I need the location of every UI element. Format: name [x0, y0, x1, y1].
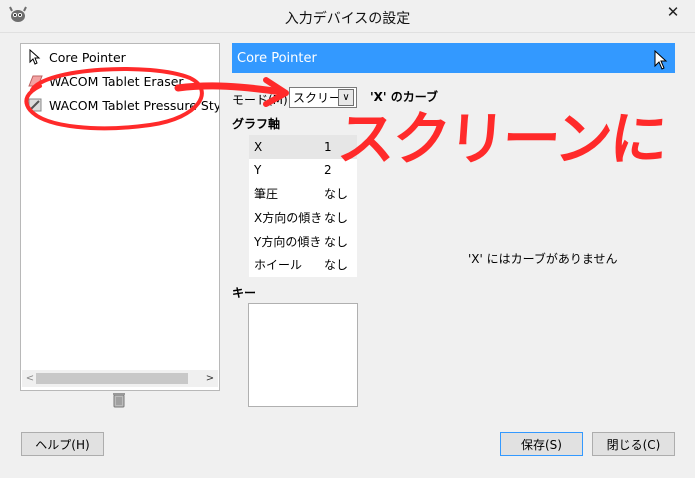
device-label: Core Pointer — [49, 49, 126, 65]
save-button[interactable]: 保存(S) — [500, 432, 583, 456]
axis-value: なし — [324, 187, 349, 202]
horizontal-scrollbar[interactable]: < > — [22, 370, 218, 387]
scrollbar-thumb[interactable] — [36, 373, 188, 384]
help-button[interactable]: ヘルプ(H) — [21, 432, 104, 456]
device-item-core-pointer[interactable]: Core Pointer — [21, 46, 219, 68]
axis-name: 筆圧 — [254, 187, 279, 202]
pointer-icon — [27, 49, 43, 65]
title-bar: 入力デバイスの設定 ✕ — [0, 0, 695, 33]
eraser-icon — [27, 73, 43, 89]
axis-name: X方向の傾き — [254, 211, 323, 226]
no-curve-message: 'X' にはカーブがありません — [468, 252, 618, 266]
stylus-icon — [27, 97, 43, 113]
axis-name: ホイール — [254, 258, 303, 273]
axes-section-title: グラフ軸 — [232, 117, 281, 131]
device-list[interactable]: Core Pointer WACOM Tablet Eraser WACOM T… — [20, 43, 220, 391]
axis-row-wheel[interactable]: ホイール なし — [249, 253, 357, 277]
device-item-wacom-eraser[interactable]: WACOM Tablet Eraser — [21, 70, 219, 92]
device-item-wacom-stylus[interactable]: WACOM Tablet Pressure Stylus — [21, 94, 219, 116]
axis-name: X — [254, 139, 263, 154]
axis-value: 1 — [324, 139, 332, 154]
device-label: WACOM Tablet Pressure Stylus — [49, 97, 219, 113]
mouse-cursor-icon — [654, 50, 668, 70]
device-label: WACOM Tablet Eraser — [49, 73, 184, 89]
window-close-button[interactable]: ✕ — [658, 1, 688, 23]
window-title: 入力デバイスの設定 — [284, 11, 411, 27]
keys-section-title: キー — [232, 286, 257, 300]
close-button[interactable]: 閉じる(C) — [592, 432, 675, 456]
mode-select-value: スクリーン — [293, 91, 338, 105]
keys-list[interactable] — [248, 303, 358, 407]
axis-name: Y方向の傾き — [254, 234, 322, 249]
scroll-left-arrow-icon[interactable]: < — [24, 371, 36, 386]
axis-value: 2 — [324, 163, 332, 178]
axis-row-x-tilt[interactable]: X方向の傾き なし — [249, 206, 357, 230]
axis-value: なし — [324, 234, 349, 249]
mode-label: モード(M): — [232, 93, 292, 107]
axis-name: Y — [254, 163, 262, 178]
axis-value: なし — [324, 258, 349, 273]
annotation-text: スクリーンに — [335, 105, 668, 173]
axis-value: なし — [324, 211, 349, 226]
axis-row-pressure[interactable]: 筆圧 なし — [249, 182, 357, 206]
device-header: Core Pointer — [232, 43, 675, 73]
axis-row-y-tilt[interactable]: Y方向の傾き なし — [249, 229, 357, 253]
scroll-right-arrow-icon[interactable]: > — [204, 371, 216, 386]
trash-icon[interactable] — [112, 392, 126, 408]
